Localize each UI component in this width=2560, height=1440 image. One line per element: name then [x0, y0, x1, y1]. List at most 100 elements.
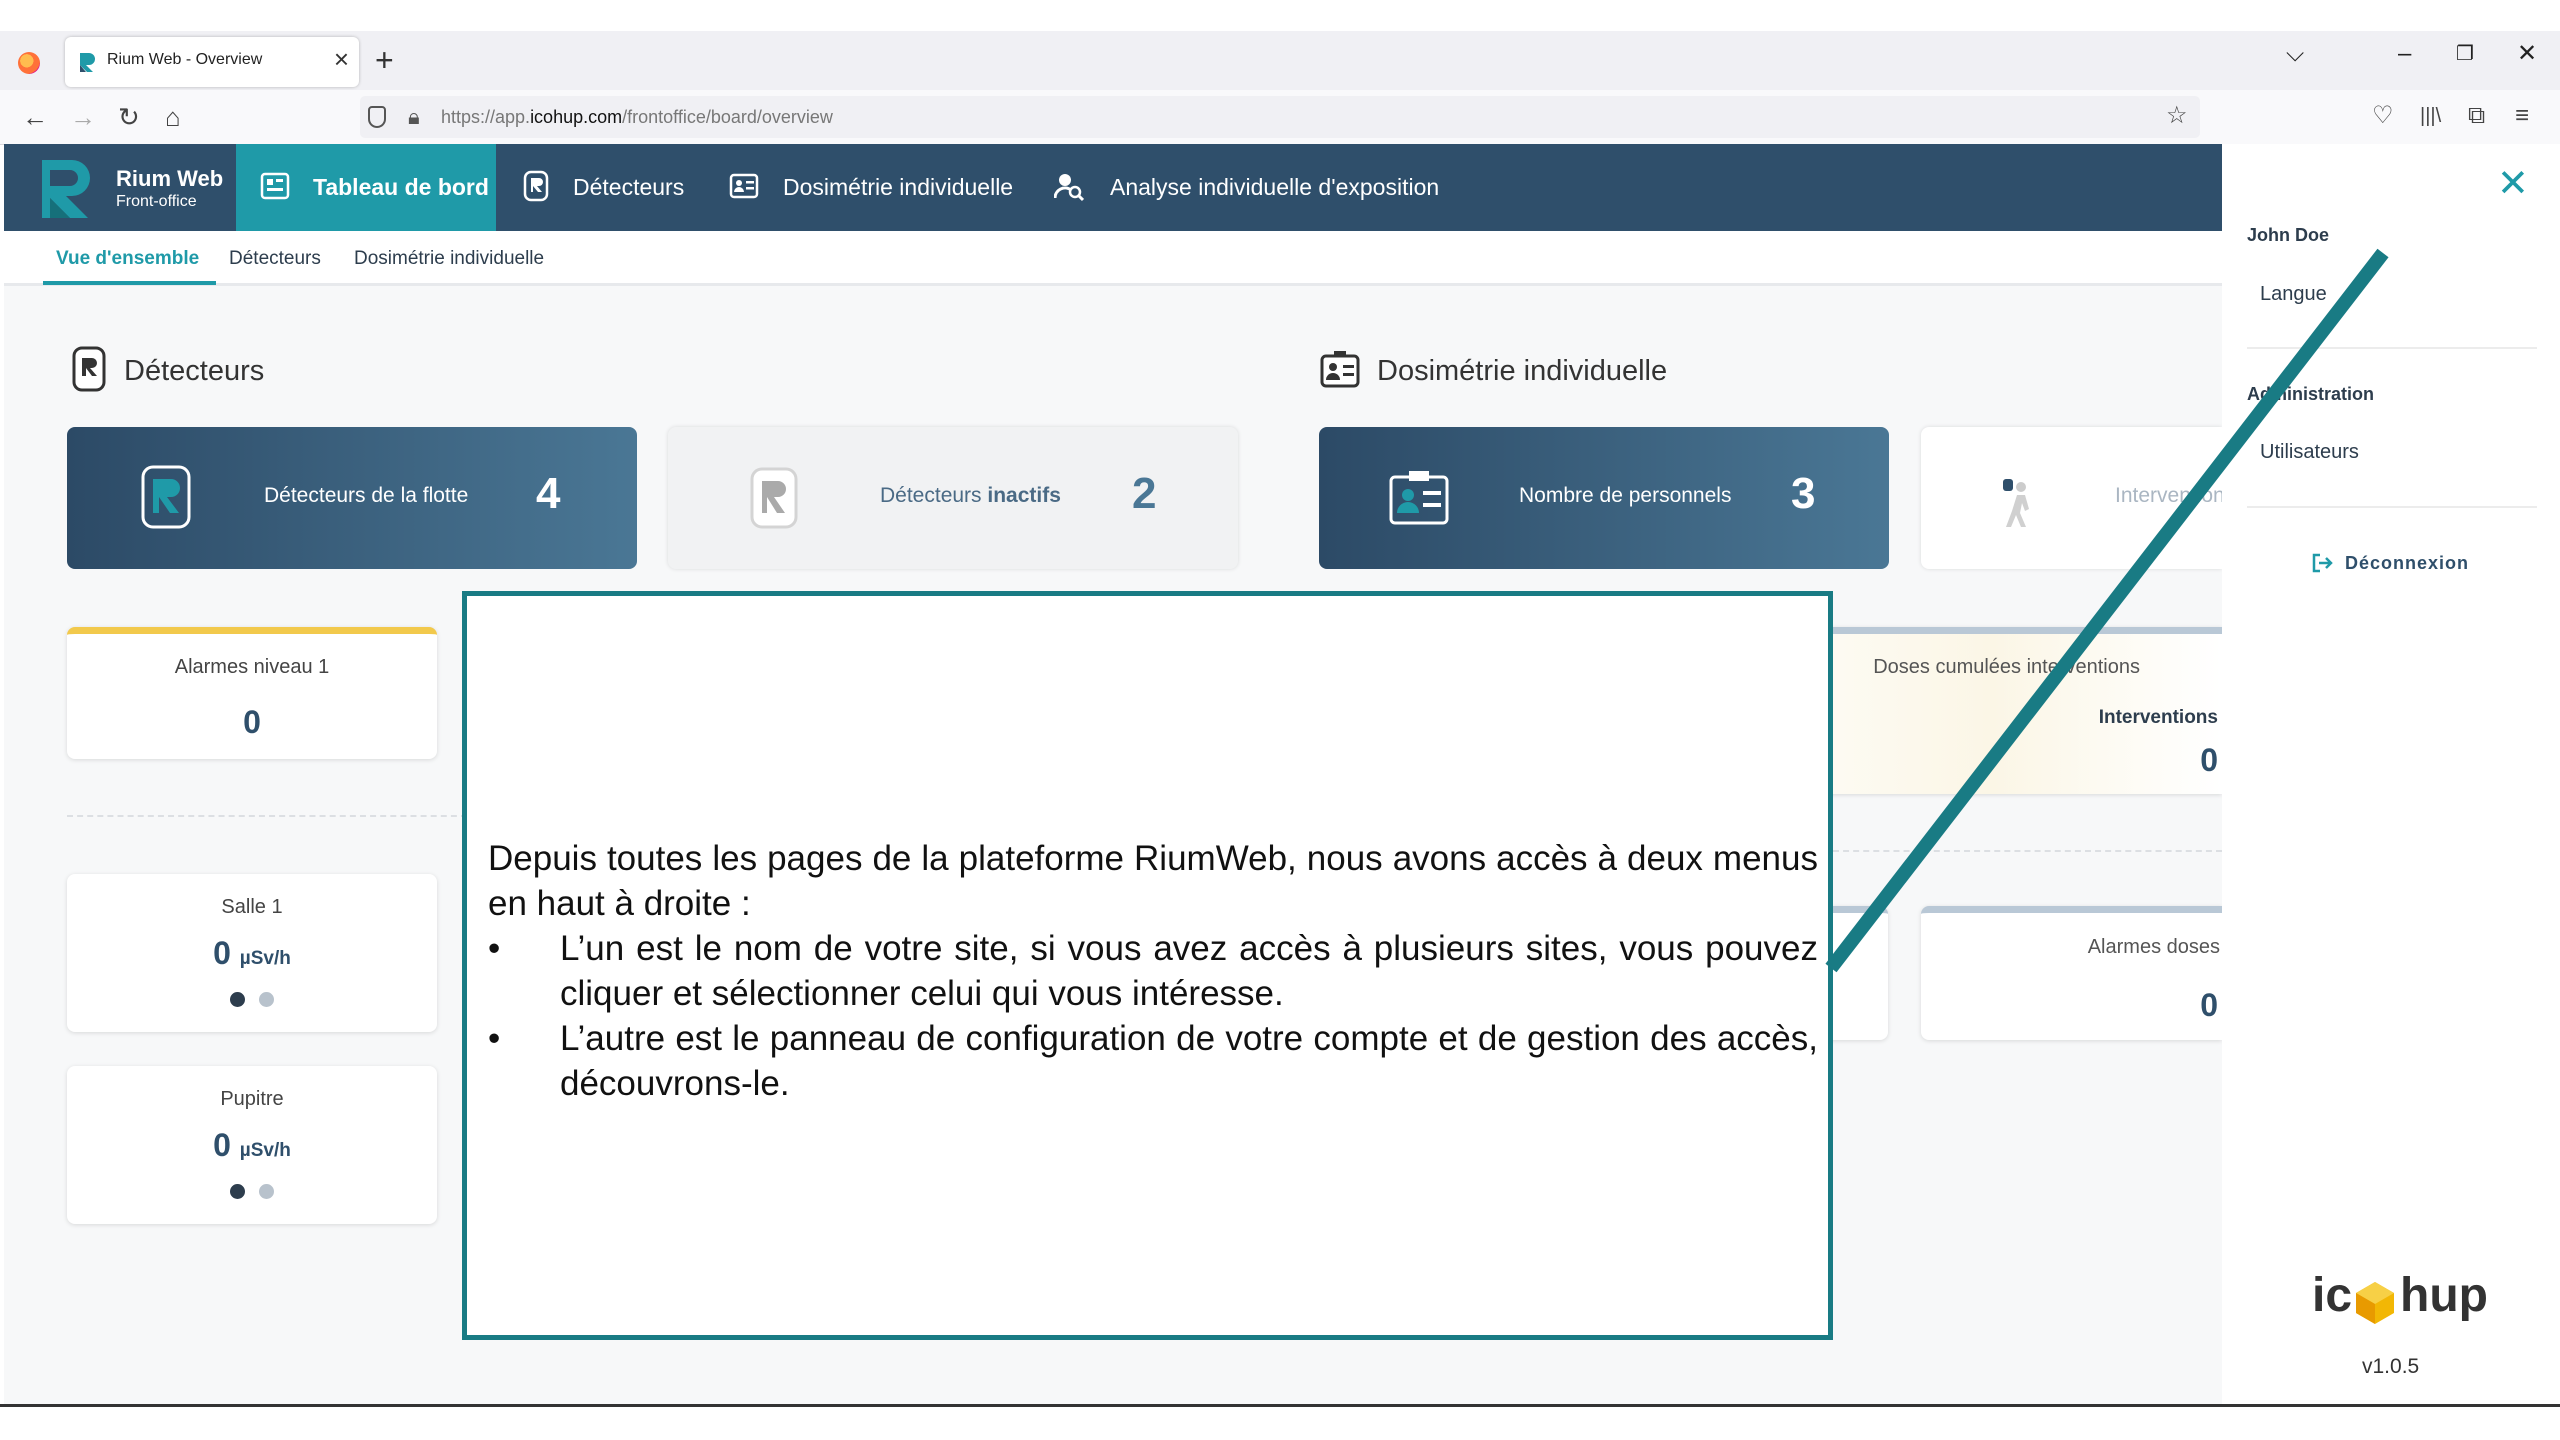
- card-inactive-detectors[interactable]: Détecteurs inactifs 2: [668, 427, 1238, 569]
- fleet-label: Détecteurs de la flotte: [264, 484, 469, 507]
- language-link[interactable]: Langue: [2260, 283, 2327, 306]
- screen: Rium Web - Overview × + ⌵ – ❐ ✕ ← → ↻ ⌂ …: [0, 0, 2560, 1440]
- room-name: Salle 1: [221, 896, 283, 918]
- alarms-level1-value: 0: [243, 704, 261, 740]
- carousel-dot[interactable]: [259, 992, 274, 1007]
- app-version: v1.0.5: [2362, 1355, 2420, 1378]
- tracking-shield-icon[interactable]: [368, 106, 386, 128]
- badge-icon: [729, 173, 759, 199]
- subnav-detecteurs[interactable]: Détecteurs: [229, 248, 321, 270]
- tab-close-icon[interactable]: ×: [334, 46, 349, 72]
- personnel-value: 3: [1791, 469, 1816, 518]
- note-text: Depuis toutes les pages de la plateforme…: [488, 836, 1818, 1106]
- subnav-active-indicator: [43, 281, 216, 285]
- card-alarms-level1[interactable]: Alarmes niveau 1 0: [67, 627, 437, 759]
- home-icon[interactable]: ⌂: [165, 102, 181, 132]
- alarms-level1-title: Alarmes niveau 1: [174, 656, 330, 678]
- note-bullet: L’autre est le panneau de configuration …: [488, 1016, 1818, 1106]
- brand-prefix: ic: [2312, 1269, 2353, 1322]
- subnav-dosimetrie[interactable]: Dosimétrie individuelle: [354, 248, 544, 270]
- detector-icon: [141, 465, 191, 529]
- page-bottom-border: [0, 1404, 2560, 1407]
- doses-column-label: Interventions: [2098, 707, 2218, 728]
- close-panel-icon[interactable]: ✕: [2497, 165, 2529, 203]
- personnel-label: Nombre de personnels: [1519, 484, 1732, 507]
- window-close-icon[interactable]: ✕: [2517, 42, 2537, 66]
- brand-suffix: hup: [2400, 1269, 2488, 1322]
- card-personnel-count[interactable]: Nombre de personnels 3: [1319, 427, 1889, 569]
- inactive-value: 2: [1132, 469, 1157, 518]
- account-side-panel: [2222, 144, 2560, 1404]
- forward-icon[interactable]: →: [70, 102, 96, 132]
- carousel-dots[interactable]: [67, 1184, 437, 1204]
- carousel-dot-active[interactable]: [230, 1184, 245, 1199]
- restore-icon[interactable]: ❐: [2456, 42, 2474, 66]
- badge-icon: [1389, 471, 1449, 525]
- interventions-label: Interventions: [2115, 484, 2236, 507]
- users-link[interactable]: Utilisateurs: [2260, 441, 2359, 464]
- admin-heading: Administration: [2247, 384, 2375, 404]
- card-room[interactable]: Pupitre 0 µSv/h: [67, 1066, 437, 1224]
- bookmark-star-icon[interactable]: ☆: [2166, 102, 2188, 130]
- detector-section-icon: [72, 346, 106, 392]
- minimize-icon[interactable]: –: [2398, 42, 2411, 66]
- tab-title: Rium Web - Overview: [107, 51, 263, 68]
- sub-navigation: [4, 231, 2222, 286]
- card-alarm-doses[interactable]: Alarmes doses 0: [1921, 906, 2222, 1040]
- library-icon[interactable]: |||\: [2420, 102, 2441, 130]
- menu-dosimetrie[interactable]: Dosimétrie individuelle: [783, 174, 1013, 201]
- extensions-icon[interactable]: ⧉: [2468, 102, 2485, 130]
- menu-analyse[interactable]: Analyse individuelle d'exposition: [1110, 174, 1439, 201]
- app-subtitle: Front-office: [116, 193, 197, 210]
- carousel-dot[interactable]: [259, 1184, 274, 1199]
- url-text[interactable]: https://app.icohup.com/frontoffice/board…: [441, 107, 833, 128]
- room-name: Pupitre: [220, 1088, 284, 1110]
- subnav-vue-ensemble[interactable]: Vue d'ensemble: [56, 248, 199, 270]
- fleet-value: 4: [536, 469, 561, 518]
- carousel-dot-active[interactable]: [230, 992, 245, 1007]
- card-room[interactable]: Salle 1 0 µSv/h: [67, 874, 437, 1032]
- firefox-icon[interactable]: [18, 52, 40, 74]
- logout-button[interactable]: Déconnexion: [2345, 553, 2469, 574]
- rium-favicon-icon: [80, 53, 95, 72]
- note-bullet: L’un est le nom de votre site, si vous a…: [488, 926, 1818, 1016]
- inactive-label: Détecteurs inactifs: [880, 484, 1061, 507]
- dashboard-icon: [260, 172, 290, 200]
- doses-value: 0: [2200, 742, 2218, 778]
- alarm-doses-value: 0: [2200, 987, 2218, 1023]
- tab-list-icon[interactable]: ⌵: [2286, 42, 2304, 66]
- rium-logo-icon[interactable]: [38, 156, 98, 222]
- detector-icon: [523, 170, 549, 202]
- menu-detecteurs[interactable]: Détecteurs: [573, 174, 684, 201]
- app-menu-icon[interactable]: ≡: [2515, 102, 2529, 130]
- logout-icon[interactable]: [2311, 552, 2333, 574]
- section-title-detecteurs: Détecteurs: [124, 355, 265, 387]
- note-intro: Depuis toutes les pages de la plateforme…: [488, 839, 1818, 923]
- browser-tab[interactable]: Rium Web - Overview ×: [65, 37, 359, 87]
- detector-inactive-icon: [750, 467, 798, 529]
- room-dose-rate: 0 µSv/h: [213, 1127, 291, 1163]
- pocket-icon[interactable]: ♡: [2372, 102, 2394, 130]
- new-tab-icon[interactable]: +: [375, 40, 394, 80]
- icohup-logo: icohup ic hup: [2312, 1268, 2512, 1328]
- carousel-dots[interactable]: [67, 992, 437, 1012]
- walking-person-icon: [2003, 479, 2029, 527]
- lock-icon[interactable]: 🔒︎: [408, 104, 420, 130]
- dosimetry-section-icon: [1320, 351, 1360, 388]
- divider: [2247, 506, 2537, 508]
- app-name: Rium Web: [116, 166, 224, 191]
- room-dose-rate: 0 µSv/h: [213, 935, 291, 971]
- reload-icon[interactable]: ↻: [118, 102, 140, 132]
- section-title-dosimetrie: Dosimétrie individuelle: [1377, 355, 1668, 387]
- back-icon[interactable]: ←: [22, 102, 48, 132]
- alarm-doses-title: Alarmes doses: [2087, 936, 2220, 958]
- card-interventions[interactable]: Interventions: [1921, 427, 2235, 569]
- divider: [67, 815, 467, 817]
- user-name: John Doe: [2247, 225, 2330, 245]
- tutorial-note: Depuis toutes les pages de la plateforme…: [462, 591, 1833, 1340]
- card-fleet-detectors[interactable]: Détecteurs de la flotte 4: [67, 427, 637, 569]
- user-search-icon: [1054, 174, 1084, 202]
- menu-tableau-de-bord[interactable]: Tableau de bord: [313, 174, 489, 201]
- divider: [1833, 850, 2222, 852]
- divider: [2247, 347, 2537, 349]
